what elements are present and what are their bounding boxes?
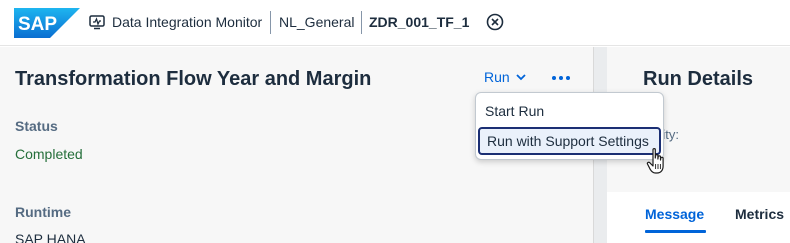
breadcrumb-data-integration-monitor[interactable]: Data Integration Monitor (112, 14, 262, 31)
close-circle-icon[interactable] (486, 13, 504, 31)
tab-metrics[interactable]: Metrics (735, 206, 784, 222)
menu-item-start-run[interactable]: Start Run (476, 97, 663, 125)
chevron-down-icon (516, 73, 526, 80)
runtime-value: SAP HANA (15, 231, 86, 243)
run-button-label: Run (484, 69, 510, 85)
run-menu-popover: Start Run Run with Support Settings (475, 92, 664, 160)
details-tab-bar: Message Metrics (607, 192, 790, 243)
status-value: Completed (15, 146, 83, 162)
shell-bar: SAP Data Integration Monitor NL_General … (0, 0, 790, 46)
tab-message[interactable]: Message (645, 206, 704, 222)
hand-pointer-icon (646, 147, 668, 175)
overflow-icon[interactable] (550, 70, 572, 86)
active-tab-indicator (645, 230, 706, 233)
menu-item-run-with-support-settings[interactable]: Run with Support Settings (478, 127, 661, 155)
page-title: Transformation Flow Year and Margin (15, 68, 372, 90)
runtime-label: Runtime (15, 204, 71, 220)
breadcrumb-separator (361, 11, 362, 34)
svg-text:SAP: SAP (18, 14, 57, 35)
sap-logo[interactable]: SAP (14, 8, 80, 38)
monitor-icon (89, 14, 105, 30)
breadcrumb-separator (270, 11, 271, 34)
breadcrumb-current: ZDR_001_TF_1 (369, 14, 470, 30)
sap-logo-icon: SAP (14, 8, 80, 38)
run-details-title: Run Details (643, 68, 754, 90)
status-label: Status (15, 118, 58, 134)
breadcrumb-nl-general[interactable]: NL_General (279, 14, 355, 31)
run-menu-button[interactable]: Run (484, 69, 526, 85)
